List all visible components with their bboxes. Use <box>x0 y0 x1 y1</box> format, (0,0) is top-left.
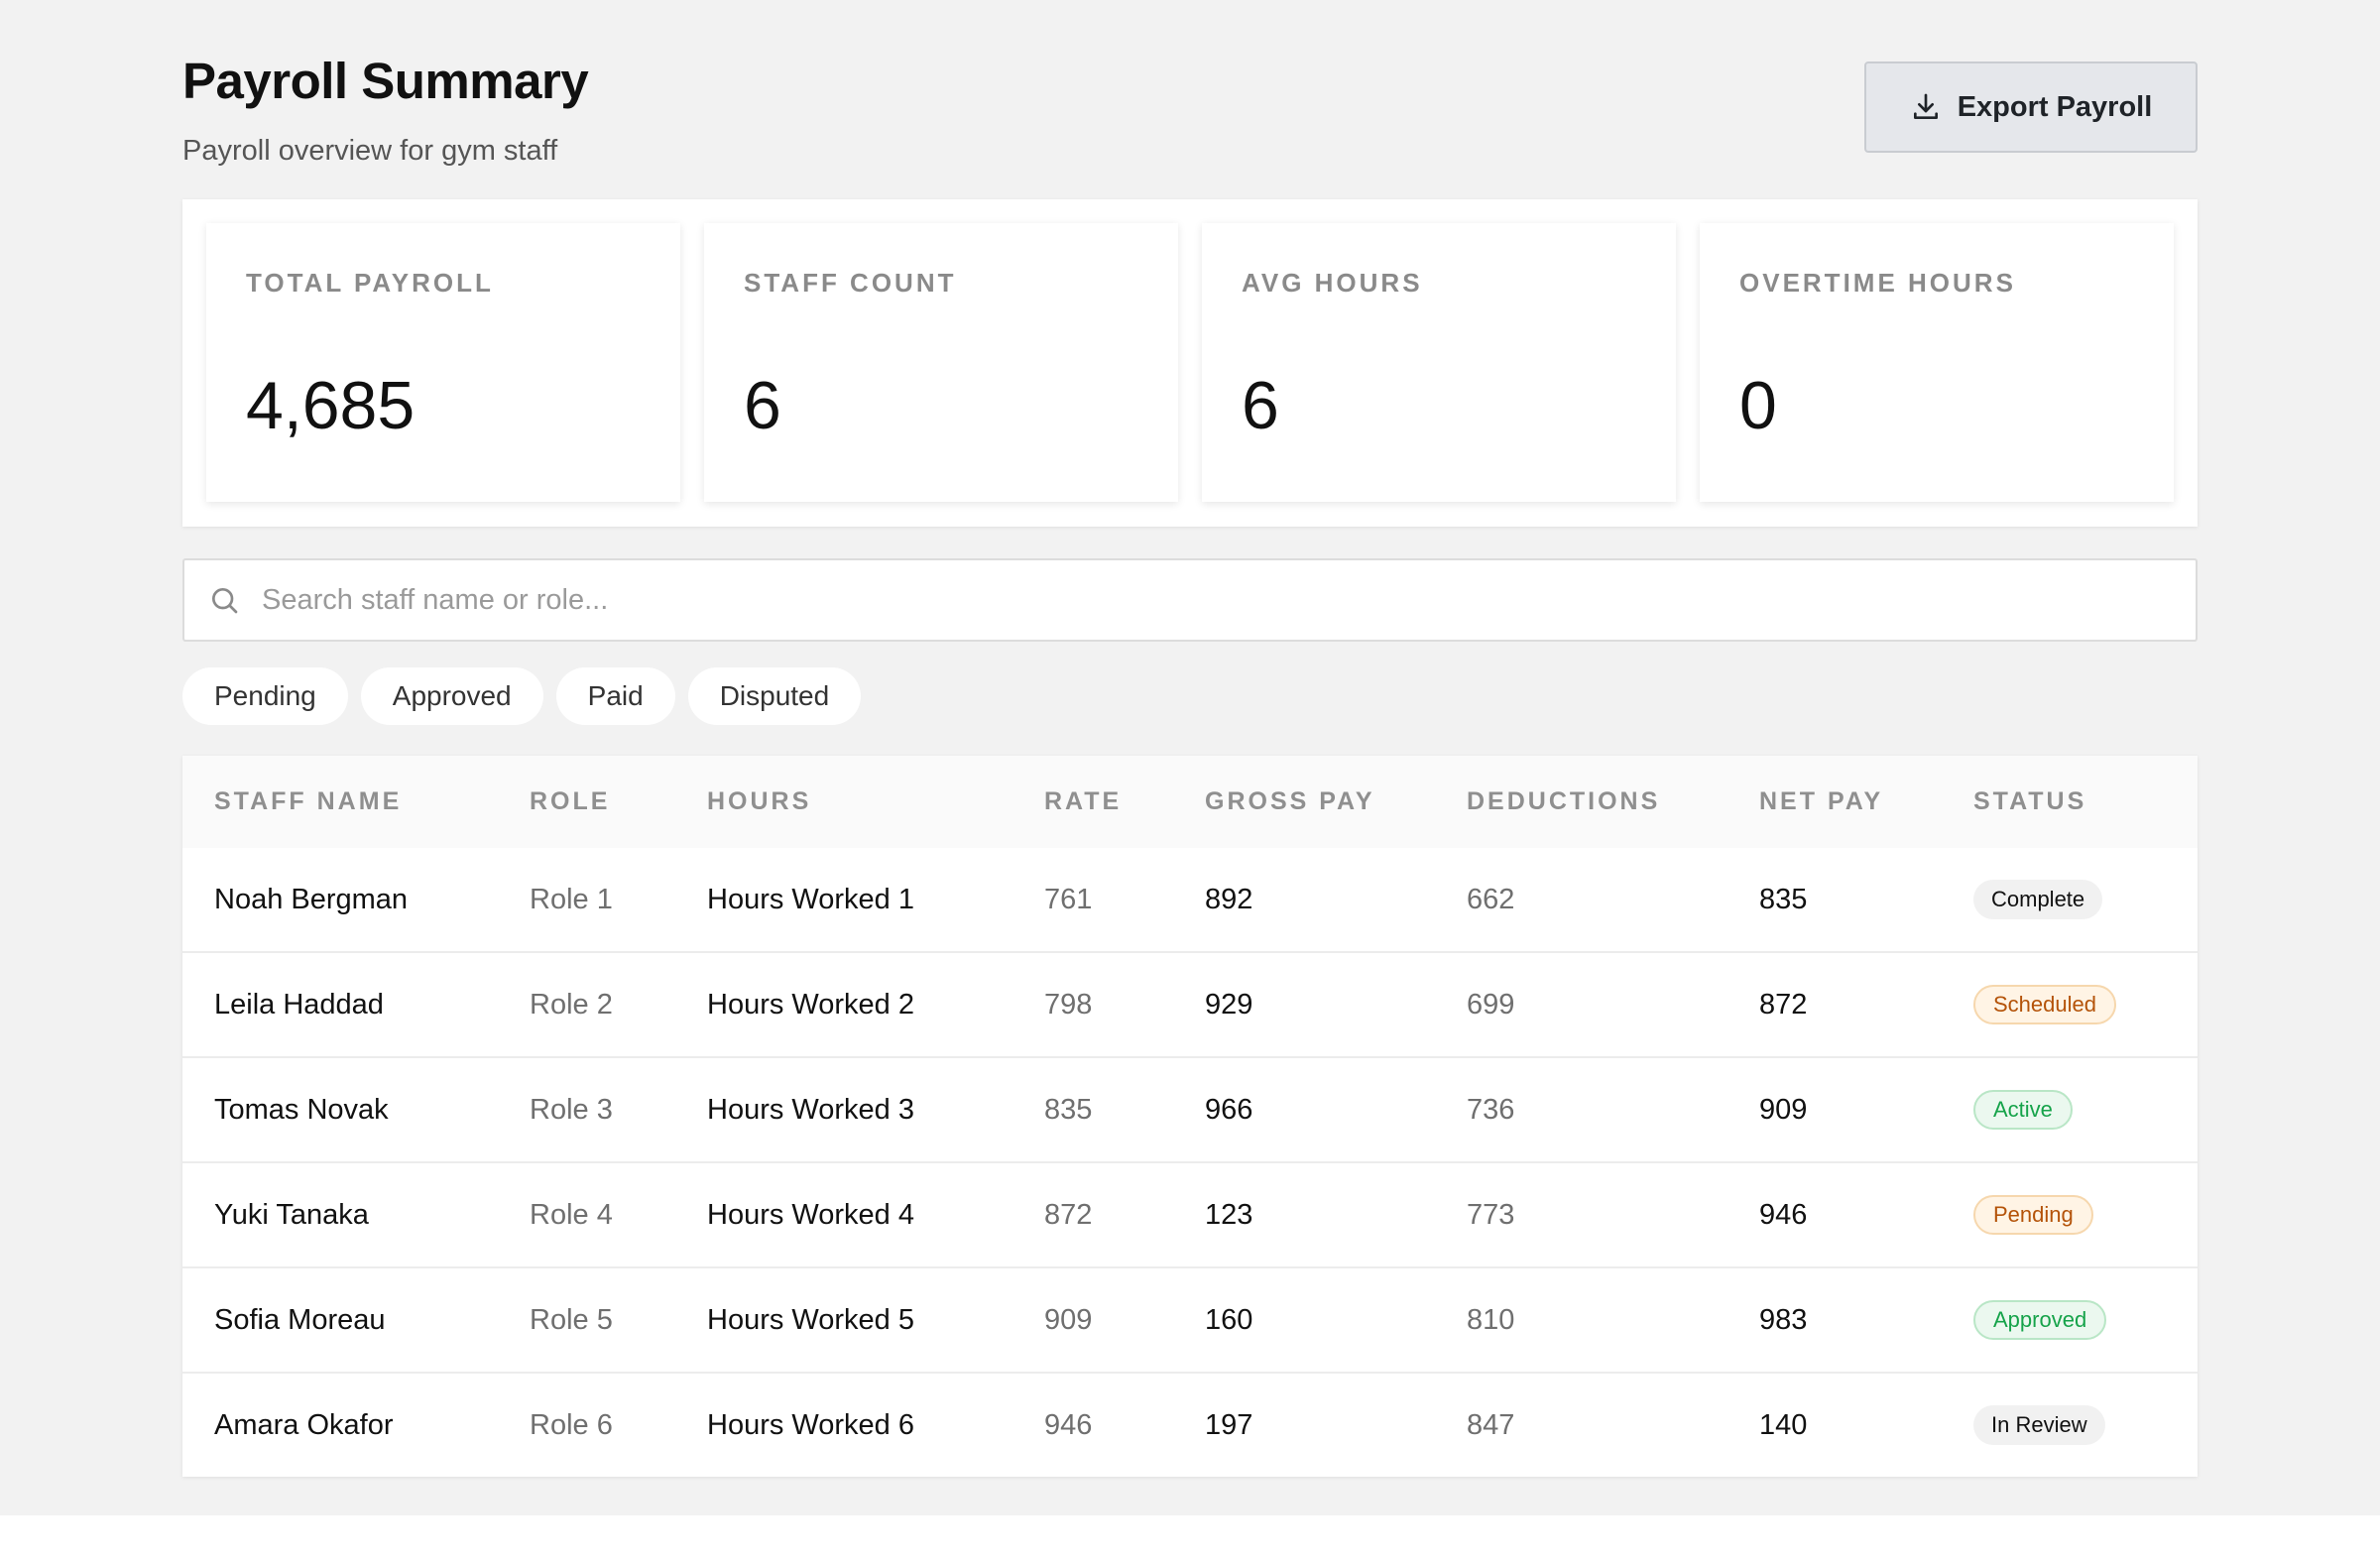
staff-name-cell: Yuki Tanaka <box>214 1198 369 1231</box>
status-cell: In Review <box>1973 1374 2105 1477</box>
deductions-cell: 662 <box>1467 883 1515 915</box>
gross-pay-cell: 966 <box>1205 1093 1253 1126</box>
column-header-deductions[interactable]: DEDUCTIONS <box>1467 756 1660 848</box>
stats-panel: TOTAL PAYROLL 4,685 STAFF COUNT 6 AVG HO… <box>182 199 2198 527</box>
rate-cell: 761 <box>1044 883 1093 915</box>
column-header-gross-pay[interactable]: GROSS PAY <box>1205 756 1375 848</box>
filter-chip-pending[interactable]: Pending <box>182 667 348 725</box>
role-cell: Role 3 <box>530 1093 613 1126</box>
page-header: Payroll Summary Payroll overview for gym… <box>182 50 589 169</box>
table-row[interactable]: Yuki Tanaka Role 4 Hours Worked 4 872 12… <box>182 1161 2198 1266</box>
filter-chip-disputed[interactable]: Disputed <box>687 667 862 725</box>
status-badge: Active <box>1973 1090 2073 1130</box>
hours-cell: Hours Worked 5 <box>707 1303 914 1336</box>
payroll-table: STAFF NAME ROLE HOURS RATE GROSS PAY DED… <box>182 756 2198 1477</box>
rate-cell: 946 <box>1044 1408 1093 1441</box>
table-row[interactable]: Leila Haddad Role 2 Hours Worked 2 798 9… <box>182 951 2198 1056</box>
table-body: Noah Bergman Role 1 Hours Worked 1 761 8… <box>182 848 2198 1477</box>
table-row[interactable]: Amara Okafor Role 6 Hours Worked 6 946 1… <box>182 1372 2198 1477</box>
hours-cell: Hours Worked 3 <box>707 1093 914 1126</box>
filter-chip-paid[interactable]: Paid <box>555 667 675 725</box>
search-bar <box>182 558 2198 642</box>
staff-name-cell: Amara Okafor <box>214 1408 394 1441</box>
status-badge: Pending <box>1973 1195 2093 1235</box>
status-badge: In Review <box>1973 1405 2105 1445</box>
filter-chip-approved[interactable]: Approved <box>360 667 543 725</box>
net-pay-cell: 835 <box>1759 883 1808 915</box>
table-row[interactable]: Noah Bergman Role 1 Hours Worked 1 761 8… <box>182 848 2198 951</box>
staff-name-cell: Noah Bergman <box>214 883 409 915</box>
column-header-net-pay[interactable]: NET PAY <box>1759 756 1883 848</box>
role-cell: Role 2 <box>530 988 613 1021</box>
stat-card-avg-hours: AVG HOURS 6 <box>1202 223 1676 502</box>
role-cell: Role 6 <box>530 1408 613 1441</box>
hours-cell: Hours Worked 4 <box>707 1198 914 1231</box>
net-pay-cell: 946 <box>1759 1198 1808 1231</box>
search-icon <box>212 588 238 614</box>
page: Payroll Summary Payroll overview for gym… <box>0 0 2380 1515</box>
deductions-cell: 773 <box>1467 1198 1515 1231</box>
stat-label: STAFF COUNT <box>744 268 957 298</box>
column-header-rate[interactable]: RATE <box>1044 756 1122 848</box>
table-row[interactable]: Sofia Moreau Role 5 Hours Worked 5 909 1… <box>182 1266 2198 1372</box>
gross-pay-cell: 929 <box>1205 988 1253 1021</box>
deductions-cell: 699 <box>1467 988 1515 1021</box>
net-pay-cell: 983 <box>1759 1303 1808 1336</box>
column-header-hours[interactable]: HOURS <box>707 756 811 848</box>
status-cell: Scheduled <box>1973 953 2116 1056</box>
role-cell: Role 5 <box>530 1303 613 1336</box>
status-badge: Scheduled <box>1973 985 2116 1024</box>
hours-cell: Hours Worked 2 <box>707 988 914 1021</box>
rate-cell: 872 <box>1044 1198 1093 1231</box>
column-header-staff-name[interactable]: STAFF NAME <box>214 756 402 848</box>
table-header: STAFF NAME ROLE HOURS RATE GROSS PAY DED… <box>182 756 2198 848</box>
staff-name-cell: Leila Haddad <box>214 988 384 1021</box>
hours-cell: Hours Worked 6 <box>707 1408 914 1441</box>
stat-value: 4,685 <box>246 368 416 443</box>
status-filters: Pending Approved Paid Disputed <box>182 667 862 725</box>
status-cell: Pending <box>1973 1163 2093 1266</box>
stat-value: 6 <box>744 368 781 443</box>
column-header-status[interactable]: STATUS <box>1973 756 2086 848</box>
stat-label: AVG HOURS <box>1242 268 1423 298</box>
role-cell: Role 4 <box>530 1198 613 1231</box>
gross-pay-cell: 123 <box>1205 1198 1253 1231</box>
staff-name-cell: Tomas Novak <box>214 1093 389 1126</box>
stat-label: OVERTIME HOURS <box>1739 268 2016 298</box>
status-cell: Complete <box>1973 848 2103 951</box>
stat-value: 6 <box>1242 368 1279 443</box>
column-header-role[interactable]: ROLE <box>530 756 610 848</box>
gross-pay-cell: 892 <box>1205 883 1253 915</box>
status-cell: Approved <box>1973 1268 2107 1372</box>
stat-card-overtime-hours: OVERTIME HOURS 0 <box>1700 223 2174 502</box>
staff-name-cell: Sofia Moreau <box>214 1303 386 1336</box>
export-payroll-button[interactable]: Export Payroll <box>1864 61 2198 153</box>
export-payroll-label: Export Payroll <box>1957 90 2153 123</box>
rate-cell: 835 <box>1044 1093 1093 1126</box>
net-pay-cell: 140 <box>1759 1408 1808 1441</box>
search-input[interactable] <box>260 582 2148 618</box>
status-badge: Approved <box>1973 1300 2107 1340</box>
role-cell: Role 1 <box>530 883 613 915</box>
stat-card-staff-count: STAFF COUNT 6 <box>704 223 1178 502</box>
page-subtitle: Payroll overview for gym staff <box>182 135 558 167</box>
table-row[interactable]: Tomas Novak Role 3 Hours Worked 3 835 96… <box>182 1056 2198 1161</box>
deductions-cell: 736 <box>1467 1093 1515 1126</box>
deductions-cell: 847 <box>1467 1408 1515 1441</box>
rate-cell: 909 <box>1044 1303 1093 1336</box>
status-badge: Complete <box>1973 880 2103 919</box>
page-title: Payroll Summary <box>182 53 589 109</box>
stat-card-total-payroll: TOTAL PAYROLL 4,685 <box>206 223 680 502</box>
net-pay-cell: 909 <box>1759 1093 1808 1126</box>
status-cell: Active <box>1973 1058 2073 1161</box>
gross-pay-cell: 160 <box>1205 1303 1253 1336</box>
rate-cell: 798 <box>1044 988 1093 1021</box>
download-icon <box>1913 93 1938 119</box>
net-pay-cell: 872 <box>1759 988 1808 1021</box>
stat-label: TOTAL PAYROLL <box>246 268 494 298</box>
hours-cell: Hours Worked 1 <box>707 883 914 915</box>
deductions-cell: 810 <box>1467 1303 1515 1336</box>
gross-pay-cell: 197 <box>1205 1408 1253 1441</box>
stat-value: 0 <box>1739 368 1777 443</box>
